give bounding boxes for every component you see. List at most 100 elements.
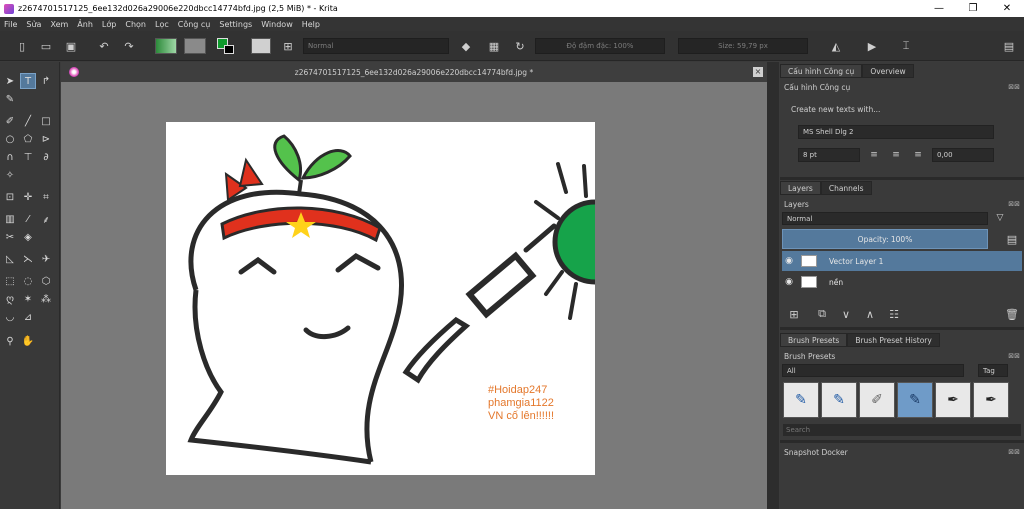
- line-tool-icon[interactable]: ╱: [20, 113, 36, 129]
- edit-shapes-icon[interactable]: ↱: [38, 73, 54, 89]
- letter-spacing-input[interactable]: 0,00: [932, 148, 994, 162]
- layer-opacity-slider[interactable]: Opacity: 100%: [782, 229, 988, 249]
- pattern-selector[interactable]: [184, 38, 206, 54]
- menu-window[interactable]: Window: [261, 20, 293, 29]
- font-select[interactable]: MS Shell Dlg 2: [798, 125, 994, 139]
- docker-splitter-1[interactable]: [780, 177, 1024, 180]
- mirror-vertical-icon[interactable]: ▶: [864, 38, 880, 54]
- tab-brush-presets[interactable]: Brush Presets: [780, 333, 848, 347]
- polygon-tool-icon[interactable]: ⬠: [20, 131, 36, 147]
- select-shapes-icon[interactable]: ➤: [2, 73, 18, 89]
- zoom-tool-icon[interactable]: ⚲: [2, 333, 18, 349]
- color-swatch-icon[interactable]: [217, 38, 237, 54]
- ellipse-select-icon[interactable]: ◌: [20, 273, 36, 289]
- minimize-button[interactable]: —: [922, 0, 956, 17]
- visibility-eye-icon[interactable]: ◉: [782, 256, 796, 266]
- delete-layer-icon[interactable]: 🗑: [1004, 306, 1020, 322]
- reference-tool-icon[interactable]: ✈: [38, 251, 54, 267]
- menu-view[interactable]: Xem: [50, 20, 68, 29]
- brush-search-input[interactable]: Search: [783, 424, 1021, 436]
- brush-preset-icon[interactable]: [251, 38, 271, 54]
- magic-wand-icon[interactable]: ✶: [20, 291, 36, 307]
- new-document-icon[interactable]: ▯: [14, 38, 30, 54]
- brush-preset-thumb[interactable]: ✐: [859, 382, 895, 418]
- layer-properties-icon[interactable]: ▤: [1004, 231, 1020, 247]
- eraser-icon[interactable]: ◆: [458, 38, 474, 54]
- alpha-lock-icon[interactable]: ▦: [486, 38, 502, 54]
- brush-preset-thumb[interactable]: ✎: [783, 382, 819, 418]
- brush-preset-thumb[interactable]: ✒: [935, 382, 971, 418]
- visibility-eye-icon[interactable]: ◉: [782, 277, 796, 287]
- brush-preset-thumb[interactable]: ✒: [973, 382, 1009, 418]
- tab-layers[interactable]: Layers: [780, 181, 821, 195]
- crop-select-icon[interactable]: ⊡: [2, 189, 18, 205]
- drawing-canvas[interactable]: #Hoidap247 phamgia1122 VN cố lên!!!!!!: [166, 122, 595, 475]
- menu-file[interactable]: File: [4, 20, 17, 29]
- brush-preset-thumb[interactable]: ✎: [821, 382, 857, 418]
- brush-filter-select[interactable]: All: [782, 364, 964, 377]
- layer-filter-icon[interactable]: ▽: [992, 210, 1008, 226]
- colorize-mask-icon[interactable]: ✂: [2, 229, 18, 245]
- gradient-selector[interactable]: [155, 38, 177, 54]
- assistant-tool-icon[interactable]: ◺: [2, 251, 18, 267]
- brush-tag-button[interactable]: Tag: [978, 364, 1008, 377]
- pan-tool-icon[interactable]: ✋: [20, 333, 36, 349]
- gradient-tool-icon[interactable]: ▥: [2, 211, 18, 227]
- fill-tool-icon[interactable]: ◈: [20, 229, 36, 245]
- freehand-path-icon[interactable]: ⊤: [20, 149, 36, 165]
- docker-splitter-3[interactable]: [780, 440, 1024, 443]
- tab-channels[interactable]: Channels: [820, 181, 872, 195]
- vertical-scrollbar[interactable]: [767, 62, 779, 509]
- bezier-select-icon[interactable]: ◡: [2, 309, 18, 325]
- tab-brush-preset-history[interactable]: Brush Preset History: [847, 333, 940, 347]
- layer-blend-mode-select[interactable]: Normal: [782, 212, 988, 225]
- brush-presets-close-icon[interactable]: ⊠⊠: [1008, 352, 1020, 360]
- opacity-slider[interactable]: Độ đậm đặc: 100%: [535, 38, 665, 54]
- align-right-icon[interactable]: ≡: [910, 147, 926, 163]
- layer-row[interactable]: ◉ Vector Layer 1: [782, 251, 1022, 271]
- close-window-button[interactable]: ✕: [990, 0, 1024, 17]
- wrap-around-icon[interactable]: ⌶: [898, 38, 914, 54]
- menu-select[interactable]: Chọn: [125, 20, 146, 29]
- bezier-tool-icon[interactable]: ∩: [2, 149, 18, 165]
- brush-tool-icon[interactable]: ✐: [2, 113, 18, 129]
- undo-icon[interactable]: ↶: [96, 38, 112, 54]
- polyline-tool-icon[interactable]: ⊳: [38, 131, 54, 147]
- docker-toggle-icon[interactable]: ▤: [1001, 38, 1017, 54]
- rect-select-icon[interactable]: ⬚: [2, 273, 18, 289]
- menu-edit[interactable]: Sửa: [26, 20, 41, 29]
- rectangle-tool-icon[interactable]: □: [38, 113, 54, 129]
- maximize-button[interactable]: ❐: [956, 0, 990, 17]
- polygon-select-icon[interactable]: ⬡: [38, 273, 54, 289]
- freehand-select-icon[interactable]: ღ: [2, 291, 18, 307]
- snapshot-close-icon[interactable]: ⊠⊠: [1008, 448, 1020, 456]
- open-folder-icon[interactable]: ▭: [38, 38, 54, 54]
- ellipse-tool-icon[interactable]: ○: [2, 131, 18, 147]
- text-tool-icon[interactable]: T: [20, 73, 36, 89]
- document-tab[interactable]: z2674701517125_6ee132d026a29006e220dbcc1…: [61, 62, 767, 82]
- multibrush-icon[interactable]: ✧: [2, 167, 18, 183]
- align-left-icon[interactable]: ≡: [866, 147, 882, 163]
- tab-tool-options[interactable]: Cấu hình Công cụ: [780, 64, 863, 78]
- mirror-horizontal-icon[interactable]: ◭: [828, 38, 844, 54]
- layers-close-icon[interactable]: ⊠⊠: [1008, 200, 1020, 208]
- tab-overview[interactable]: Overview: [862, 64, 914, 78]
- reload-preset-icon[interactable]: ↻: [512, 38, 528, 54]
- dynamic-brush-icon[interactable]: ∂: [38, 149, 54, 165]
- layer-row[interactable]: ◉ nền: [782, 272, 1022, 292]
- color-select-icon[interactable]: ⁂: [38, 291, 54, 307]
- measure-tool-icon[interactable]: ⋋: [20, 251, 36, 267]
- calligraphy-icon[interactable]: ✎: [2, 91, 18, 107]
- add-layer-icon[interactable]: ⊞: [786, 306, 802, 322]
- crop-tool-icon[interactable]: ⌗: [38, 189, 54, 205]
- tool-options-close-icon[interactable]: ⊠⊠: [1008, 83, 1020, 91]
- align-center-icon[interactable]: ≡: [888, 147, 904, 163]
- move-layer-down-icon[interactable]: ∨: [838, 306, 854, 322]
- color-picker-icon[interactable]: ⁄: [20, 211, 36, 227]
- close-document-icon[interactable]: ×: [753, 67, 763, 77]
- redo-icon[interactable]: ↷: [121, 38, 137, 54]
- menu-layer[interactable]: Lớp: [102, 20, 116, 29]
- move-tool-icon[interactable]: ✛: [20, 189, 36, 205]
- menu-help[interactable]: Help: [302, 20, 320, 29]
- layer-settings-icon[interactable]: ☷: [886, 306, 902, 322]
